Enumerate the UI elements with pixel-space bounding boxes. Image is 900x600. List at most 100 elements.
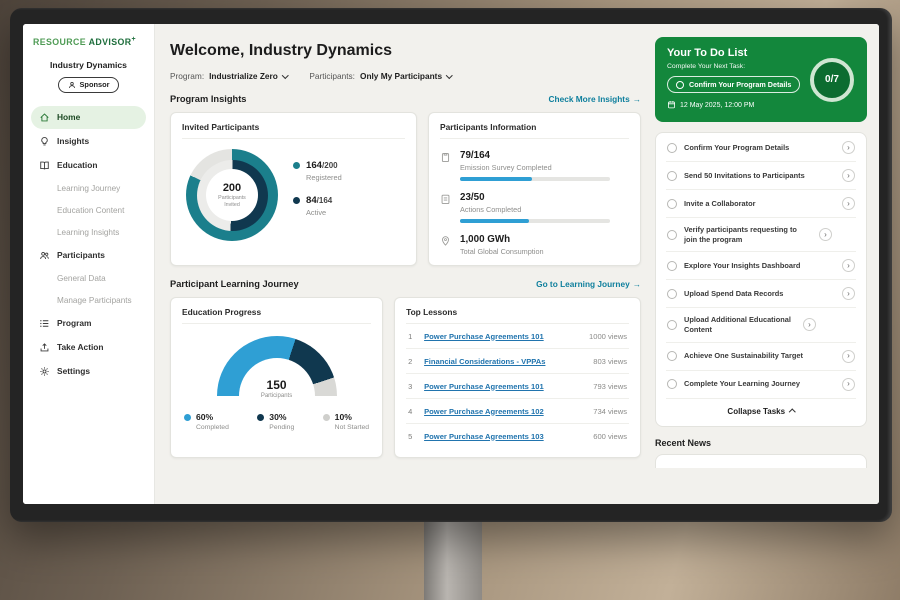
chevron-right-button[interactable]: ›	[842, 259, 855, 272]
participants-information-card: Participants Information 79/164 Emission…	[428, 112, 641, 266]
lesson-link[interactable]: Power Purchase Agreements 101	[424, 332, 581, 341]
program-select[interactable]: Industrialize Zero	[209, 71, 287, 81]
stat-row: 23/50 Actions Completed	[440, 192, 629, 223]
chevron-down-icon	[446, 72, 452, 78]
task-row[interactable]: Invite a Collaborator ›	[666, 190, 856, 218]
sidebar-item-manage-participants[interactable]: Manage Participants	[31, 290, 146, 311]
card-title: Top Lessons	[406, 307, 629, 324]
checkbox-circle-icon[interactable]	[667, 143, 677, 153]
chevron-right-button[interactable]: ›	[842, 169, 855, 182]
person-icon	[68, 81, 76, 89]
checkbox-circle-icon[interactable]	[667, 171, 677, 181]
sidebar-item-label: Settings	[57, 366, 90, 376]
chevron-right-button[interactable]: ›	[842, 141, 855, 154]
legend-dot-pending	[257, 414, 264, 421]
filters-bar: Program: Industrialize Zero Participants…	[170, 71, 641, 81]
due-date: 12 May 2025, 12:00 PM	[667, 100, 855, 111]
todo-progress-ring: 0/7	[810, 58, 854, 102]
checkbox-circle-icon[interactable]	[667, 289, 677, 299]
checkbox-circle-icon[interactable]	[667, 261, 677, 271]
lesson-row: 2 Financial Considerations - VPPAs 803 v…	[406, 349, 629, 374]
task-row[interactable]: Achieve One Sustainability Target ›	[666, 343, 856, 371]
donut-legend: 164/200 Registered 84/164 Active	[293, 160, 342, 230]
sidebar-item-label: Education	[57, 160, 97, 170]
lesson-row: 3 Power Purchase Agreements 101 793 view…	[406, 374, 629, 399]
lesson-link[interactable]: Power Purchase Agreements 103	[424, 432, 585, 441]
legend-item: 84/164 Active	[293, 195, 342, 217]
task-row[interactable]: Explore Your Insights Dashboard ›	[666, 252, 856, 280]
sponsor-badge: Sponsor	[58, 77, 120, 93]
lesson-link[interactable]: Power Purchase Agreements 101	[424, 382, 585, 391]
sidebar-item-home[interactable]: Home	[31, 106, 146, 129]
card-title: Participants Information	[440, 122, 629, 139]
checkbox-circle-icon[interactable]	[667, 230, 677, 240]
sidebar-item-label: Insights	[57, 136, 89, 146]
legend-dot-completed	[184, 414, 191, 421]
task-row[interactable]: Upload Additional Educational Content ›	[666, 308, 856, 342]
go-to-learning-journey-link[interactable]: Go to Learning Journey→	[536, 279, 641, 289]
stat-row: 1,000 GWh Total Global Consumption	[440, 234, 629, 256]
chevron-right-button[interactable]: ›	[803, 318, 816, 331]
logo-text-resource: RESOURCE	[33, 37, 86, 47]
participants-select[interactable]: Only My Participants	[360, 71, 452, 81]
monitor-bezel: RESOURCE ADVISOR+ Industry Dynamics Spon…	[10, 8, 892, 522]
invited-participants-donut-chart: 200 Participants Invited	[186, 149, 278, 241]
chevron-right-button[interactable]: ›	[842, 350, 855, 363]
checkbox-circle-icon[interactable]	[667, 320, 677, 330]
sidebar-item-program[interactable]: Program	[31, 312, 146, 335]
logo-text-advisor: ADVISOR	[89, 37, 132, 47]
home-icon	[39, 112, 50, 123]
legend-item: 60% Completed	[184, 412, 229, 431]
chevron-right-button[interactable]: ›	[819, 228, 832, 241]
sidebar-item-learning-insights[interactable]: Learning Insights	[31, 222, 146, 243]
invited-participants-card: Invited Participants 200 Participants In…	[170, 112, 417, 266]
monitor-stand	[424, 515, 482, 600]
task-row[interactable]: Confirm Your Program Details ›	[666, 134, 856, 162]
sidebar-item-general-data[interactable]: General Data	[31, 268, 146, 289]
gauge-legend: 60% Completed 30% Pending	[182, 412, 371, 431]
arrow-right-icon: →	[633, 279, 641, 289]
checkbox-circle-icon[interactable]	[667, 351, 677, 361]
clipboard-icon	[440, 150, 452, 181]
task-row[interactable]: Verify participants requesting to join t…	[666, 218, 856, 252]
sidebar-item-education-content[interactable]: Education Content	[31, 200, 146, 221]
list-icon	[39, 318, 50, 329]
lesson-link[interactable]: Financial Considerations - VPPAs	[424, 357, 585, 366]
main-content: Welcome, Industry Dynamics Program: Indu…	[155, 24, 655, 504]
task-row[interactable]: Send 50 Invitations to Participants ›	[666, 162, 856, 190]
collapse-tasks-button[interactable]: Collapse Tasks	[666, 399, 856, 425]
legend-dot-registered	[293, 162, 300, 169]
learning-journey-heading: Participant Learning Journey	[170, 279, 299, 289]
checkbox-circle-icon[interactable]	[667, 199, 677, 209]
sidebar-item-learning-journey[interactable]: Learning Journey	[31, 178, 146, 199]
card-title: Invited Participants	[182, 122, 405, 139]
upload-action-icon	[39, 342, 50, 353]
sidebar: RESOURCE ADVISOR+ Industry Dynamics Spon…	[23, 24, 155, 504]
lesson-row: 4 Power Purchase Agreements 102 734 view…	[406, 399, 629, 424]
chevron-right-button[interactable]: ›	[842, 378, 855, 391]
chevron-right-button[interactable]: ›	[842, 287, 855, 300]
checkbox-circle-icon[interactable]	[667, 379, 677, 389]
org-name: Industry Dynamics	[31, 60, 146, 70]
sidebar-item-settings[interactable]: Settings	[31, 360, 146, 383]
sidebar-item-label: Learning Insights	[57, 228, 119, 237]
task-row[interactable]: Complete Your Learning Journey ›	[666, 371, 856, 399]
sidebar-item-insights[interactable]: Insights	[31, 130, 146, 153]
lesson-link[interactable]: Power Purchase Agreements 102	[424, 407, 585, 416]
sidebar-item-label: Education Content	[57, 206, 124, 215]
next-task-pill[interactable]: Confirm Your Program Details	[667, 76, 800, 93]
calendar-icon	[667, 100, 676, 111]
check-more-insights-link[interactable]: Check More Insights→	[549, 94, 641, 104]
todo-panel: Your To Do List Complete Your Next Task:…	[655, 24, 879, 504]
lesson-row: 1 Power Purchase Agreements 101 1000 vie…	[406, 324, 629, 349]
chevron-right-button[interactable]: ›	[842, 197, 855, 210]
gauge-center-label: Participants	[215, 393, 339, 399]
resource-advisor-app: RESOURCE ADVISOR+ Industry Dynamics Spon…	[23, 24, 879, 504]
chevron-up-icon	[789, 409, 795, 415]
sidebar-item-participants[interactable]: Participants	[31, 244, 146, 267]
education-progress-gauge-chart: 150 Participants	[215, 336, 339, 400]
sidebar-item-take-action[interactable]: Take Action	[31, 336, 146, 359]
sidebar-item-education[interactable]: Education	[31, 154, 146, 177]
task-row[interactable]: Upload Spend Data Records ›	[666, 280, 856, 308]
logo-plus: +	[131, 36, 136, 43]
